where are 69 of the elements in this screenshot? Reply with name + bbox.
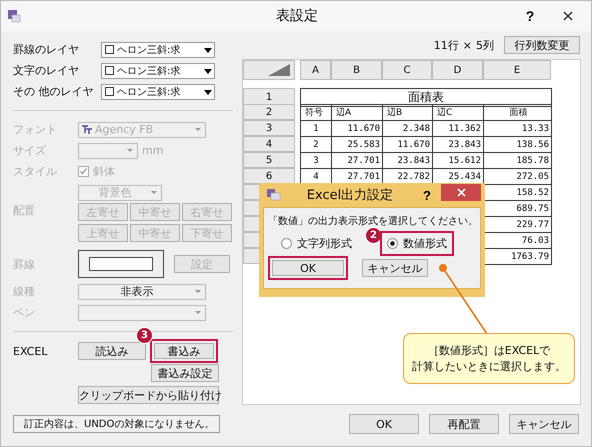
align-label: 配置 (13, 203, 36, 218)
pen-label: ペン (13, 305, 36, 320)
style-label: スタイル (13, 164, 58, 179)
layer-swatch-icon (105, 87, 114, 96)
dialog-button[interactable]: OK (268, 256, 348, 280)
layer-dropdown[interactable]: ヘロン三斜:求 (101, 42, 215, 58)
dropdown-arrow-icon (127, 149, 133, 152)
callout-text: 計算したいときに選択します。 (412, 358, 566, 374)
dialog-button[interactable]: 再配置 (429, 414, 499, 434)
dialog-button[interactable]: キャンセル (362, 259, 428, 277)
border-label: 罫線 (13, 256, 36, 272)
times-sign: × (462, 38, 472, 52)
dialog-title: Excel出力設定 (306, 187, 394, 204)
font-label: フォント (13, 122, 58, 137)
line-type-label: 線種 (13, 284, 36, 299)
table-header-cell: 面積 (483, 104, 552, 121)
app-icon (7, 9, 21, 23)
help-button[interactable]: ? (419, 188, 435, 202)
help-button[interactable]: ? (513, 3, 547, 29)
column-header[interactable]: E (483, 60, 551, 80)
dialog-button[interactable]: OK (349, 414, 419, 434)
dropdown-arrow-icon (195, 128, 201, 131)
row-header[interactable]: 2 (243, 104, 295, 120)
excel-button[interactable]: 書込み (150, 339, 218, 363)
italic-label: 斜体 (93, 164, 115, 179)
layer-label: 文字のレイヤ (13, 63, 80, 78)
size-unit: mm (142, 144, 164, 157)
dropdown-arrow-icon (195, 290, 201, 293)
radio-option[interactable]: 文字列形式 (274, 231, 359, 256)
column-header[interactable]: B (331, 60, 382, 80)
callout-text: ［数値形式］はEXCELで (428, 343, 550, 358)
table-title: 面積表 (300, 88, 552, 107)
layer-dropdown[interactable]: ヘロン三斜:求 (101, 84, 215, 100)
dialog-button[interactable]: キャンセル (509, 414, 579, 434)
row-header[interactable]: 3 (243, 120, 295, 136)
column-header[interactable]: A (300, 60, 331, 80)
resize-grid-button[interactable]: 行列数変更 (504, 36, 580, 54)
dropdown-arrow-icon (195, 311, 201, 314)
step-badge: 3 (136, 327, 153, 344)
radio-option[interactable]: 数値形式 (380, 231, 454, 256)
row-count: 11行 (434, 38, 459, 52)
row-header[interactable]: 6 (243, 168, 295, 184)
close-icon (456, 188, 466, 196)
layer-label: その 他のレイヤ (13, 84, 94, 99)
layer-dropdown[interactable]: ヘロン三斜:求 (101, 62, 215, 78)
column-header[interactable]: D (432, 60, 483, 80)
step-badge: 2 (365, 227, 382, 244)
excel-button[interactable]: 読込み (78, 342, 146, 360)
size-label: サイズ (13, 143, 47, 158)
write-settings-button[interactable]: 書込み設定 (151, 364, 219, 382)
column-count: 5列 (476, 38, 494, 52)
table-header-cell: 符号 (300, 104, 332, 121)
column-header[interactable]: C (382, 60, 432, 80)
excel-label: EXCEL (13, 344, 48, 358)
dialog-message: 「数値」の出力表示形式を選択してください。 (268, 215, 476, 229)
app-icon (267, 189, 281, 201)
dropdown-arrow-icon (151, 191, 157, 194)
row-header[interactable]: 4 (243, 136, 295, 152)
close-icon (563, 11, 573, 21)
window-title: 表設定 (275, 7, 319, 25)
font-type-icon (82, 125, 92, 134)
layer-swatch-icon (105, 45, 114, 54)
paste-clipboard-button[interactable]: クリップボードから貼り付け (78, 386, 219, 404)
corner-triangle-icon (268, 64, 290, 76)
row-header[interactable]: 5 (243, 152, 295, 168)
layer-label: 罫線のレイヤ (13, 42, 80, 57)
status-message: 訂正内容は、UNDOの対象になりません。 (13, 415, 220, 433)
select-all-corner[interactable] (243, 60, 295, 80)
layer-swatch-icon (105, 66, 114, 75)
